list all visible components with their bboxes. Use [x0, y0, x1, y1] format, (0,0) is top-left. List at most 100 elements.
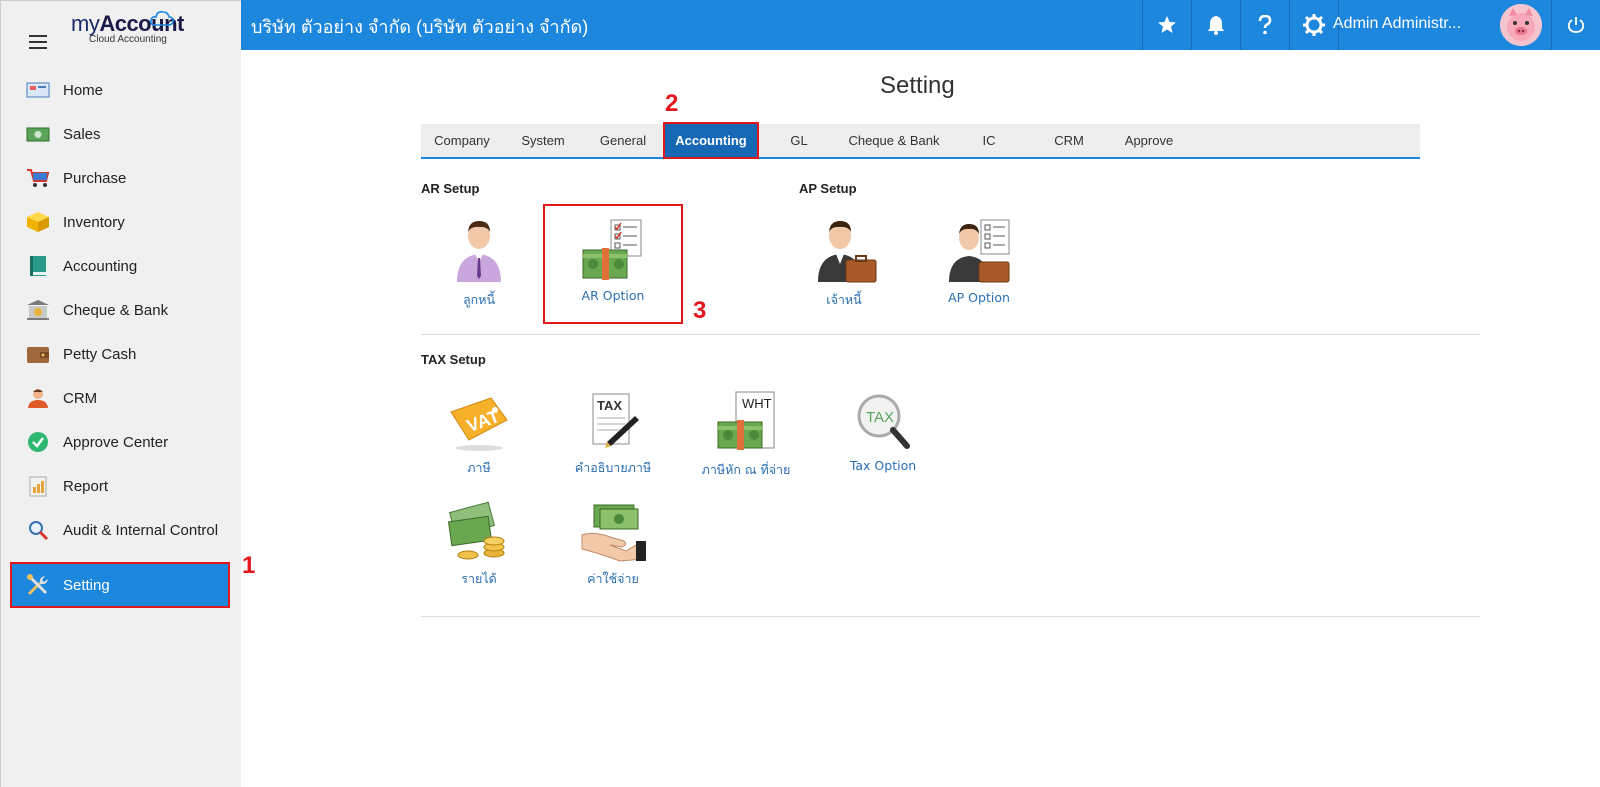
sidebar-item-cheque-bank[interactable]: Cheque & Bank	[11, 288, 229, 332]
expense-tile[interactable]: ค่าใช้จ่าย	[548, 501, 678, 589]
notification-button[interactable]	[1191, 0, 1239, 50]
income-money-icon	[447, 501, 505, 560]
creditor-label: เจ้าหนี้	[826, 292, 862, 307]
withholding-tax-tile[interactable]: WHT ภาษีหัก ณ ที่จ่าย	[681, 390, 811, 480]
box-icon	[25, 211, 51, 233]
page-title: Setting	[880, 72, 955, 99]
sidebar-item-petty-cash[interactable]: Petty Cash	[11, 332, 229, 376]
annotation-marker-1: 1	[242, 552, 256, 579]
sidebar-item-label: Accounting	[63, 257, 138, 275]
sidebar-item-audit[interactable]: Audit & Internal Control	[11, 508, 229, 552]
ap-setup-heading: AP Setup	[799, 181, 857, 196]
person-icon	[457, 221, 501, 282]
tab-accounting[interactable]: Accounting	[663, 122, 759, 159]
cloud-icon	[150, 11, 174, 26]
ap-option-label: AP Option	[948, 290, 1010, 305]
star-icon	[1157, 16, 1176, 33]
sidebar-item-label: Approve Center	[63, 433, 169, 451]
tax-description-label: คำอธิบายภาษี	[574, 460, 652, 475]
user-name[interactable]: Admin Administr...	[1333, 15, 1461, 33]
ar-setup-heading: AR Setup	[421, 181, 480, 196]
sidebar: myAccount Cloud Accounting Home Sales Pu…	[0, 0, 241, 787]
ap-option-tile[interactable]: AP Option	[914, 218, 1044, 305]
sidebar-item-home[interactable]: Home	[11, 68, 229, 112]
favorite-button[interactable]	[1142, 0, 1190, 50]
top-header: บริษัท ตัวอย่าง จำกัด (บริษัท ตัวอย่าง จ…	[241, 0, 1600, 50]
question-icon	[1258, 15, 1271, 35]
businessman-briefcase-icon	[818, 221, 877, 283]
debtor-label: ลูกหนี้	[462, 292, 495, 307]
tax-label: ภาษี	[467, 460, 491, 475]
bank-icon	[25, 299, 51, 321]
tax-document-icon: TAX	[592, 393, 639, 448]
sidebar-item-label: Audit & Internal Control	[63, 521, 219, 539]
sidebar-item-label: Inventory	[63, 213, 125, 231]
debtor-tile[interactable]: ลูกหนี้	[414, 218, 544, 310]
sidebar-item-setting[interactable]: Setting	[10, 562, 230, 608]
withholding-tax-label: ภาษีหัก ณ ที่จ่าย	[701, 462, 791, 477]
businessman-checklist-icon	[949, 219, 1010, 283]
sidebar-item-inventory[interactable]: Inventory	[11, 200, 229, 244]
svg-text:TAX: TAX	[866, 409, 894, 426]
bell-icon	[1207, 16, 1224, 35]
tab-gl[interactable]: GL	[759, 124, 839, 157]
svg-text:TAX: TAX	[597, 398, 622, 413]
help-button[interactable]	[1240, 0, 1288, 50]
tab-ic[interactable]: IC	[949, 124, 1029, 157]
sidebar-item-crm[interactable]: CRM	[11, 376, 229, 420]
avatar[interactable]	[1500, 4, 1542, 46]
sidebar-item-report[interactable]: Report	[11, 464, 229, 508]
ar-option-tile[interactable]: AR Option	[543, 204, 683, 324]
cart-icon	[25, 167, 51, 189]
sidebar-item-label: CRM	[63, 389, 98, 407]
tax-description-tile[interactable]: TAX คำอธิบายภาษี	[548, 390, 678, 478]
tax-setup-heading: TAX Setup	[421, 352, 486, 367]
logout-button[interactable]	[1551, 0, 1599, 50]
power-icon	[1567, 17, 1584, 33]
tab-crm[interactable]: CRM	[1029, 124, 1109, 157]
book-icon	[25, 255, 51, 277]
sidebar-item-label: Report	[63, 477, 109, 495]
sidebar-item-label: Petty Cash	[63, 345, 137, 363]
tab-general[interactable]: General	[583, 124, 663, 157]
settings-button[interactable]	[1289, 0, 1337, 50]
hamburger-menu-icon[interactable]	[29, 35, 47, 49]
income-label: รายได้	[461, 571, 497, 586]
company-title: บริษัท ตัวอย่าง จำกัด (บริษัท ตัวอย่าง จ…	[251, 17, 589, 37]
report-icon	[25, 475, 51, 497]
logo-area: myAccount Cloud Accounting	[1, 1, 241, 71]
tools-icon	[25, 574, 51, 596]
hand-money-icon	[581, 504, 646, 562]
tax-magnifier-icon: TAX	[857, 394, 910, 449]
sidebar-item-label: Sales	[63, 125, 101, 143]
tax-tile[interactable]: VAT ภาษี	[414, 390, 544, 478]
sidebar-item-accounting[interactable]: Accounting	[11, 244, 229, 288]
expense-label: ค่าใช้จ่าย	[587, 571, 639, 586]
sidebar-item-purchase[interactable]: Purchase	[11, 156, 229, 200]
tax-option-tile[interactable]: TAX Tax Option	[818, 390, 948, 473]
tab-company[interactable]: Company	[421, 124, 503, 157]
sidebar-item-label: Setting	[63, 576, 110, 594]
sidebar-item-label: Home	[63, 81, 104, 99]
section-divider-bottom	[421, 616, 1480, 617]
creditor-tile[interactable]: เจ้าหนี้	[779, 218, 909, 310]
tab-approve[interactable]: Approve	[1109, 124, 1189, 157]
crm-icon	[25, 387, 51, 409]
settings-tabs: Company System General Accounting GL Che…	[421, 122, 1420, 159]
money-checklist-icon	[582, 219, 642, 280]
sidebar-item-approve-center[interactable]: Approve Center	[11, 420, 229, 464]
ar-option-label: AR Option	[581, 288, 645, 303]
logo[interactable]: myAccount Cloud Accounting	[71, 11, 184, 45]
annotation-marker-3: 3	[693, 297, 707, 324]
sales-icon	[25, 123, 51, 145]
income-tile[interactable]: รายได้	[414, 501, 544, 589]
vat-tag-icon: VAT	[450, 397, 508, 451]
sidebar-item-label: Cheque & Bank	[63, 301, 169, 319]
audit-icon	[25, 519, 51, 541]
wallet-icon	[25, 343, 51, 365]
section-divider	[421, 334, 1480, 335]
sidebar-item-sales[interactable]: Sales	[11, 112, 229, 156]
tab-cheque-bank[interactable]: Cheque & Bank	[839, 124, 949, 157]
tab-system[interactable]: System	[503, 124, 583, 157]
pig-avatar-icon	[1500, 4, 1542, 46]
